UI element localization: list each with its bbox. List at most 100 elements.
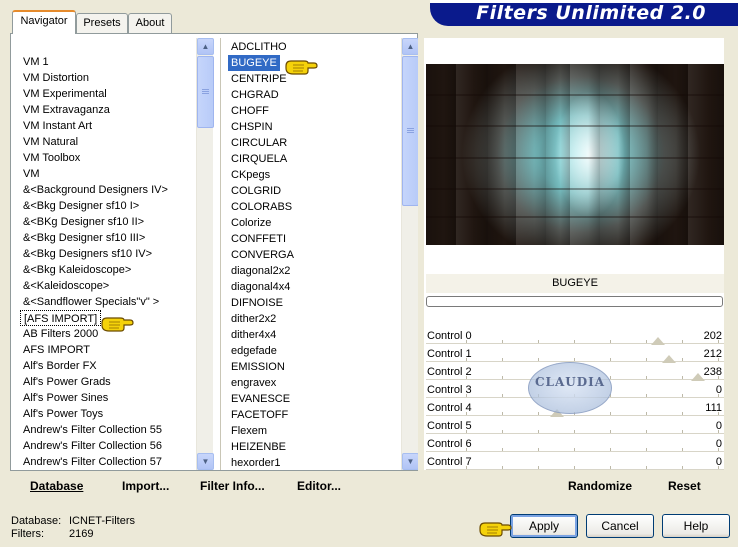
category-item[interactable]: &<Bkg Kaleidoscope> (20, 262, 134, 278)
category-item[interactable]: Alf's Border FX (20, 358, 100, 374)
filter-item[interactable]: diagonal2x2 (228, 263, 293, 279)
filter-item[interactable]: COLGRID (228, 183, 284, 199)
import-button[interactable]: Import... (122, 479, 169, 493)
category-item[interactable]: &<Bkg Designer sf10 I> (20, 198, 142, 214)
filter-item[interactable]: CKpegs (228, 167, 273, 183)
category-list[interactable]: ▲ ▼ VM 1 VM Distortion VM Experimental VM E… (18, 38, 214, 470)
category-item[interactable]: Alf's Power Sines (20, 390, 111, 406)
control-value: 0 (715, 420, 722, 432)
category-item[interactable]: VM Distortion (20, 70, 92, 86)
control-slider-row[interactable]: Control 5 0 (426, 417, 724, 435)
scroll-down-button[interactable]: ▼ (402, 453, 418, 470)
scroll-thumb[interactable] (197, 56, 214, 128)
category-item[interactable]: Alf's Power Toys (20, 406, 106, 422)
category-item[interactable]: VM Toolbox (20, 150, 83, 166)
filter-item[interactable]: BUGEYE (228, 55, 280, 71)
filter-scrollbar[interactable]: ▲ ▼ (401, 38, 418, 470)
tab-about[interactable]: About (128, 13, 172, 33)
filter-info-button[interactable]: Filter Info... (200, 479, 265, 493)
filter-item[interactable]: CIRCULAR (228, 135, 290, 151)
filter-item[interactable]: diagonal4x4 (228, 279, 293, 295)
category-item[interactable]: Andrew's Filter Collection 57 (20, 454, 165, 470)
category-item[interactable]: &<Sandflower Specials"v" > (20, 294, 162, 310)
category-item[interactable]: [AFS IMPORT] (20, 310, 102, 326)
filter-item[interactable]: FACETOFF (228, 407, 291, 423)
filter-item[interactable]: Flexem (228, 423, 270, 439)
slider-track[interactable] (426, 451, 724, 452)
category-item[interactable]: VM 1 (20, 54, 52, 70)
control-label: Control 1 (427, 348, 472, 360)
help-button[interactable]: Help (662, 514, 730, 538)
filter-item[interactable]: engravex (228, 375, 279, 391)
scroll-down-button[interactable]: ▼ (197, 453, 214, 470)
category-item[interactable]: VM Instant Art (20, 118, 95, 134)
slider-thumb[interactable] (662, 355, 676, 363)
control-slider-row[interactable]: Control 0 202 (426, 327, 724, 345)
filter-item[interactable]: CHOFF (228, 103, 272, 119)
filter-item[interactable]: EVANESCE (228, 391, 293, 407)
filter-item[interactable]: Colorize (228, 215, 274, 231)
filter-list[interactable]: ▲ ▼ ADCLITHO BUGEYE CENTRIPE CHGRAD CHOFF CHS… (226, 38, 418, 470)
filter-item[interactable]: DIFNOISE (228, 295, 286, 311)
slider-track[interactable] (426, 343, 724, 344)
category-item[interactable]: VM (20, 166, 43, 182)
category-item[interactable]: Andrew's Filter Collection 56 (20, 438, 165, 454)
slider-track[interactable] (426, 415, 724, 416)
filter-item[interactable]: ADCLITHO (228, 39, 290, 55)
control-slider-row[interactable]: Control 7 0 (426, 453, 724, 471)
editor-button[interactable]: Editor... (297, 479, 341, 493)
filter-item[interactable]: EMISSION (228, 359, 288, 375)
filter-preview-image (426, 64, 724, 245)
control-slider-row[interactable]: Control 6 0 (426, 435, 724, 453)
category-item[interactable]: VM Experimental (20, 86, 110, 102)
category-item[interactable]: &<BKg Designer sf10 II> (20, 214, 147, 230)
scroll-up-button[interactable]: ▲ (197, 38, 214, 55)
category-item[interactable]: &<Kaleidoscope> (20, 278, 112, 294)
filter-item[interactable]: CIRQUELA (228, 151, 290, 167)
selected-filter-name: BUGEYE (426, 274, 724, 293)
tab-presets[interactable]: Presets (76, 13, 128, 33)
filter-item[interactable]: dither4x4 (228, 327, 279, 343)
randomize-button[interactable]: Randomize (568, 479, 632, 493)
database-button[interactable]: Database (30, 479, 83, 493)
watermark-text: CLAUDIA (534, 375, 606, 389)
category-item[interactable]: VM Extravaganza (20, 102, 113, 118)
control-value: 0 (715, 384, 722, 396)
filter-item[interactable]: CENTRIPE (228, 71, 290, 87)
category-item[interactable]: &<Background Designers IV> (20, 182, 171, 198)
filter-item[interactable]: HEIZENBE (228, 439, 289, 455)
slider-thumb[interactable] (651, 337, 665, 345)
control-value: 0 (715, 456, 722, 468)
category-item[interactable]: AFS IMPORT (20, 342, 93, 358)
scroll-thumb[interactable] (402, 56, 418, 206)
progress-bar (426, 296, 723, 307)
slider-track[interactable] (426, 433, 724, 434)
slider-track[interactable] (426, 469, 724, 470)
category-item[interactable]: &<Bkg Designers sf10 IV> (20, 246, 155, 262)
bottom-toolbar: Database Import... Filter Info... Editor… (10, 471, 724, 501)
category-item[interactable]: VM Natural (20, 134, 81, 150)
filter-item[interactable]: CHGRAD (228, 87, 282, 103)
filter-item[interactable]: hexorder1 (228, 455, 284, 470)
title-banner: Filters Unlimited 2.0 (430, 0, 738, 26)
category-item[interactable]: Andrew's Filter Collection 55 (20, 422, 165, 438)
filter-item[interactable]: CHSPIN (228, 119, 276, 135)
category-scrollbar[interactable]: ▲ ▼ (196, 38, 214, 470)
category-item[interactable]: AB Filters 2000 (20, 326, 101, 342)
control-label: Control 4 (427, 402, 472, 414)
filter-item[interactable]: COLORABS (228, 199, 295, 215)
filter-item[interactable]: CONVERGA (228, 247, 297, 263)
filter-item[interactable]: edgefade (228, 343, 280, 359)
scroll-up-button[interactable]: ▲ (402, 38, 418, 55)
tab-navigator[interactable]: Navigator (12, 10, 76, 34)
reset-button[interactable]: Reset (668, 479, 701, 493)
apply-button[interactable]: Apply (510, 514, 578, 538)
category-item[interactable]: &<Bkg Designer sf10 III> (20, 230, 148, 246)
control-slider-row[interactable]: Control 1 212 (426, 345, 724, 363)
control-value: 202 (703, 330, 722, 342)
category-item[interactable]: Alf's Power Grads (20, 374, 114, 390)
filter-item[interactable]: dither2x2 (228, 311, 279, 327)
cancel-button[interactable]: Cancel (586, 514, 654, 538)
filter-item[interactable]: CONFFETI (228, 231, 289, 247)
filters-label: Filters: (11, 528, 44, 540)
